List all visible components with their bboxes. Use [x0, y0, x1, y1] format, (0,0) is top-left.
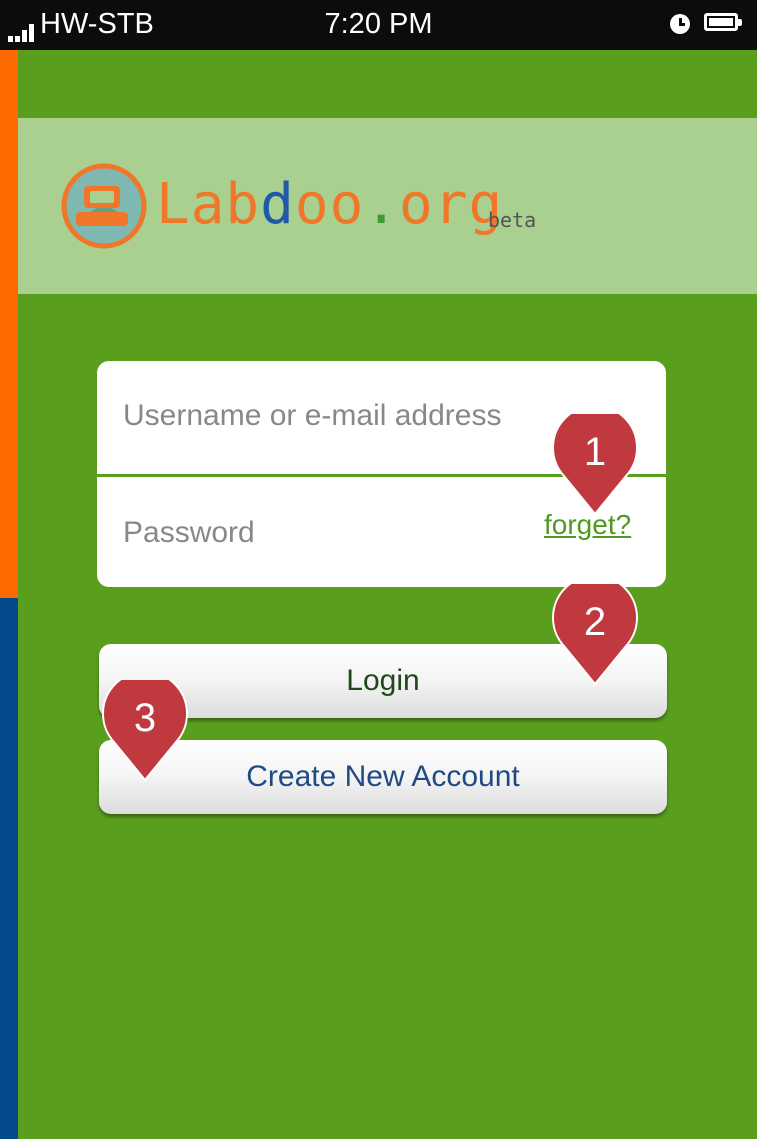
battery-icon — [704, 13, 742, 31]
side-stripe-blue — [0, 598, 18, 1139]
labdoo-logo-icon — [61, 163, 147, 249]
annotation-marker-2: 2 — [550, 574, 640, 688]
alarm-clock-icon — [670, 14, 690, 34]
header-band: Labdoo.org beta — [18, 118, 757, 294]
app-screen: HW-STB 7:20 PM Labdoo.org beta forget? L… — [0, 0, 757, 1139]
labdoo-logo-wordmark: Labdoo.org — [156, 172, 504, 237]
side-stripe-orange — [0, 50, 18, 598]
status-bar: HW-STB 7:20 PM — [0, 0, 757, 50]
beta-label: beta — [488, 208, 537, 232]
annotation-marker-1: 1 — [550, 404, 640, 518]
password-input[interactable] — [123, 513, 543, 553]
annotation-marker-3: 3 — [100, 670, 190, 784]
status-time: 7:20 PM — [324, 8, 433, 40]
